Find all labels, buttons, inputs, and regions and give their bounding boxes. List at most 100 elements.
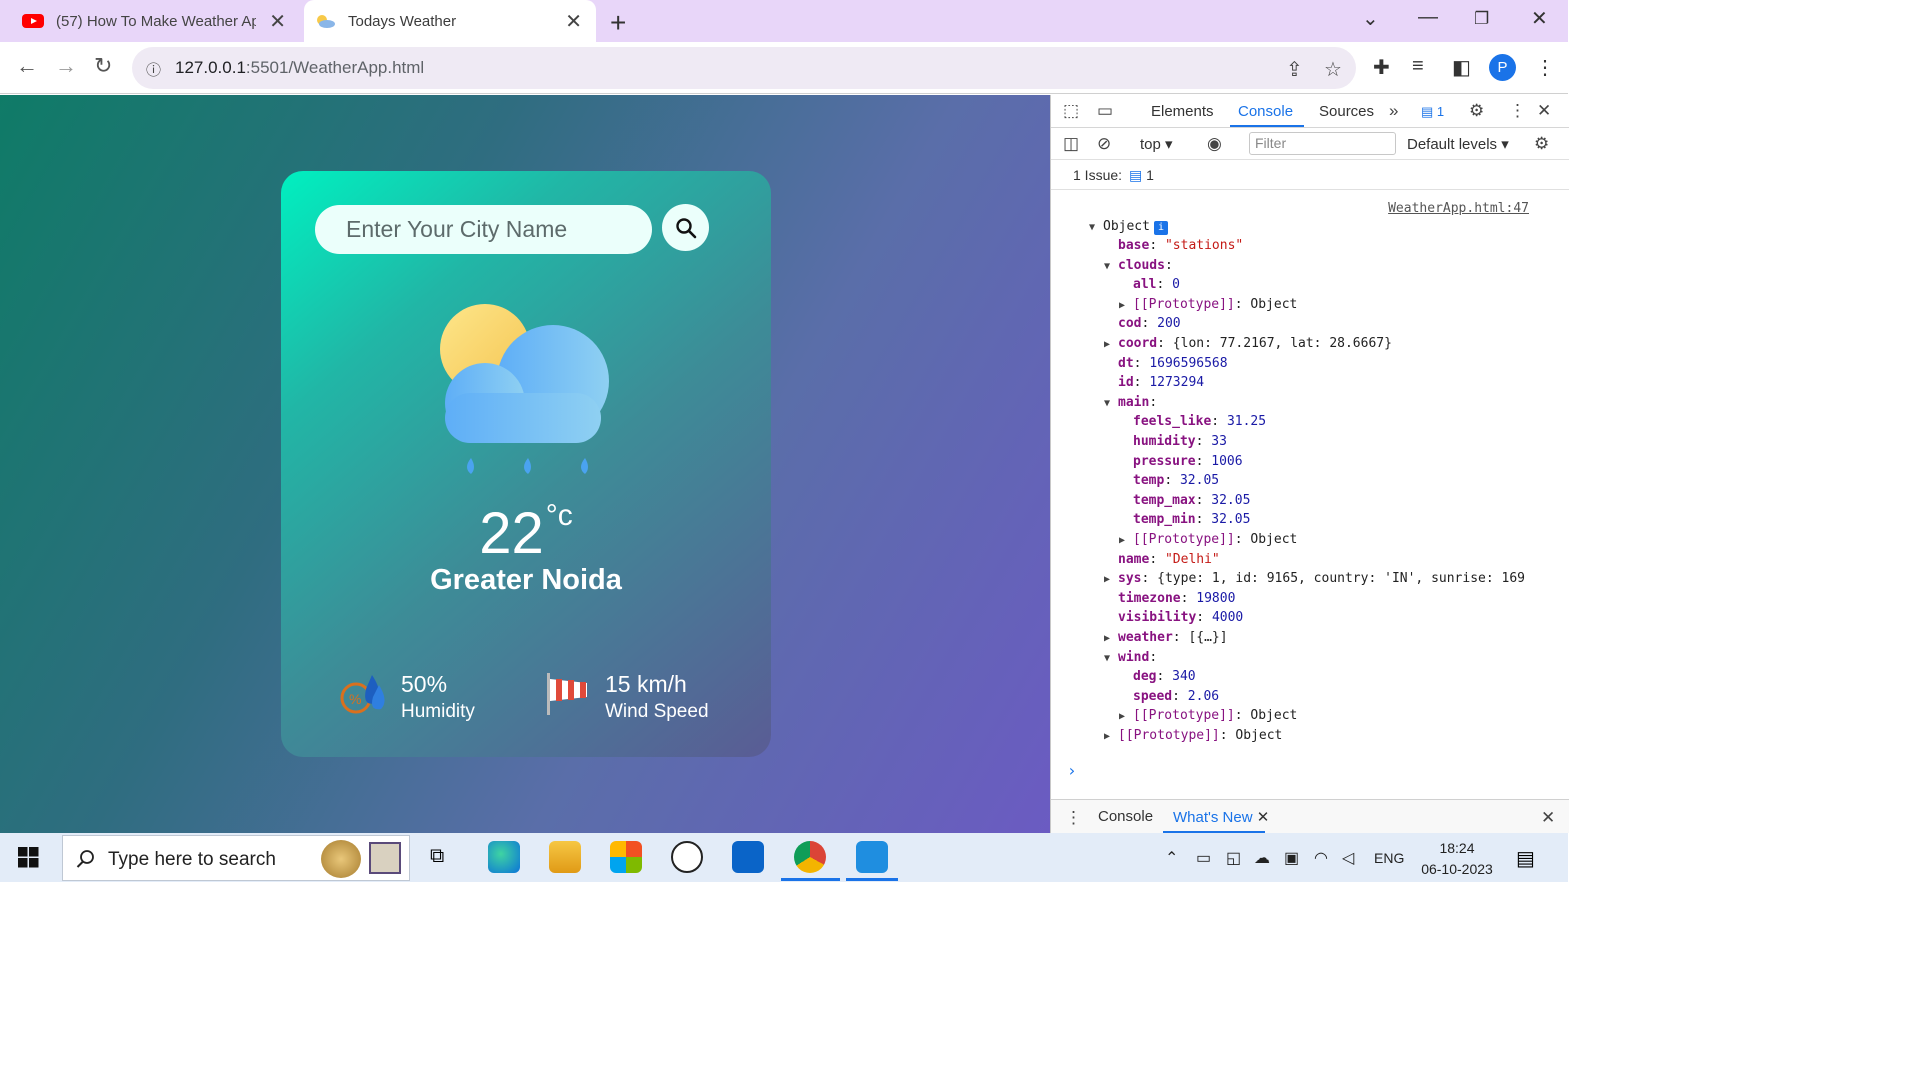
log-entry[interactable]: ▼ wind: — [1104, 650, 1157, 669]
caret-right-icon[interactable]: ▶ — [1119, 535, 1133, 546]
search-highlight-box-icon — [369, 842, 401, 874]
caret-right-icon[interactable]: ▶ — [1104, 574, 1118, 585]
url-host: 127.0.0.1 — [175, 58, 246, 77]
minimize-button[interactable]: — — [1418, 6, 1438, 29]
live-expression-eye-icon[interactable]: ◉ — [1207, 134, 1222, 154]
settings-gear-icon[interactable]: ⚙ — [1469, 101, 1484, 121]
notifications-icon[interactable]: ▤ — [1516, 846, 1535, 871]
issues-bar[interactable]: 1 Issue: ▤ 1 — [1051, 160, 1569, 190]
log-entry[interactable]: ▶ [[Prototype]]: Object — [1119, 532, 1297, 551]
log-value: Object — [1250, 532, 1298, 547]
tab-youtube[interactable]: (57) How To Make Weather App ✕ — [12, 0, 300, 42]
side-panel-icon[interactable]: ◧ — [1452, 55, 1471, 80]
address-bar[interactable]: ⓘ 127.0.0.1:5501/WeatherApp.html ⇪ ☆ — [132, 47, 1356, 89]
windows-start-icon[interactable] — [18, 847, 39, 868]
devtools-menu-icon[interactable]: ⋮ — [1509, 101, 1526, 121]
tab-sources[interactable]: Sources — [1319, 103, 1374, 120]
log-levels-dropdown[interactable]: Default levels ▾ — [1407, 135, 1509, 153]
file-explorer-icon[interactable] — [549, 841, 581, 873]
drawer-tab-whats-new[interactable]: What's New ✕ — [1173, 808, 1269, 826]
close-drawer-icon[interactable]: ✕ — [1541, 808, 1555, 828]
drawer-menu-icon[interactable]: ⋮ — [1065, 808, 1082, 828]
close-drawer-tab-icon[interactable]: ✕ — [1257, 809, 1270, 826]
profile-avatar[interactable]: P — [1489, 54, 1516, 81]
log-entry[interactable]: ▶ [[Prototype]]: Object — [1119, 708, 1297, 727]
log-value: 32.05 — [1211, 492, 1251, 508]
caret-right-icon[interactable]: ▶ — [1119, 711, 1133, 722]
battery-icon[interactable]: ▭ — [1196, 848, 1211, 868]
console-settings-icon[interactable]: ⚙ — [1534, 134, 1549, 154]
share-icon[interactable]: ⇪ — [1286, 57, 1303, 82]
log-colon: : — [1219, 728, 1236, 743]
extensions-icon[interactable]: ✚ — [1373, 55, 1390, 80]
back-icon[interactable]: ← — [16, 53, 38, 79]
log-entry: deg: 340 — [1133, 669, 1196, 688]
log-entry[interactable]: ▶ weather: [{…}] — [1104, 630, 1228, 649]
display-icon[interactable]: ▣ — [1284, 848, 1299, 868]
clear-console-icon[interactable]: ⊘ — [1097, 134, 1111, 154]
vscode-icon[interactable] — [856, 841, 888, 873]
dell-icon[interactable] — [671, 841, 703, 873]
restore-button[interactable]: ❐ — [1474, 9, 1489, 29]
log-entry[interactable]: ▼ clouds: — [1104, 258, 1173, 277]
tab-elements[interactable]: Elements — [1151, 103, 1214, 120]
close-window-button[interactable]: ✕ — [1531, 6, 1548, 31]
log-entry[interactable]: ▶ [[Prototype]]: Object — [1104, 728, 1282, 747]
reload-icon[interactable]: ↻ — [94, 53, 112, 79]
caret-down-icon[interactable]: ▼ — [1104, 398, 1118, 409]
more-tabs-icon[interactable]: » — [1389, 101, 1398, 121]
log-entry[interactable]: ▶ coord: {lon: 77.2167, lat: 28.6667} — [1104, 336, 1392, 355]
log-entry[interactable]: ▶ sys: {type: 1, id: 9165, country: 'IN',… — [1104, 571, 1525, 590]
log-entry[interactable]: ▼ main: — [1104, 395, 1157, 414]
city-search-input[interactable] — [315, 205, 652, 254]
new-tab-button[interactable]: + — [610, 7, 626, 39]
caret-right-icon[interactable]: ▶ — [1104, 633, 1118, 644]
tab-weather[interactable]: Todays Weather ✕ — [304, 0, 596, 42]
mail-icon[interactable] — [732, 841, 764, 873]
context-selector[interactable]: top ▾ — [1140, 135, 1173, 153]
menu-kebab-icon[interactable]: ⋮ — [1535, 55, 1555, 80]
log-colon: : — [1133, 375, 1150, 391]
source-link[interactable]: WeatherApp.html:47 — [1388, 201, 1529, 216]
issues-link[interactable]: ▤ 1 — [1129, 167, 1154, 184]
object-root[interactable]: ▼ Object i — [1089, 219, 1168, 238]
caret-right-icon[interactable]: ▶ — [1104, 339, 1118, 350]
close-tab-icon[interactable]: ✕ — [565, 9, 582, 34]
show-hidden-icons-icon[interactable]: ⌃ — [1165, 848, 1178, 868]
microsoft-store-icon[interactable] — [610, 841, 642, 873]
volume-icon[interactable]: ◁ — [1342, 848, 1354, 868]
caret-right-icon[interactable]: ▶ — [1104, 731, 1118, 742]
edge-browser-icon[interactable] — [488, 841, 520, 873]
search-button[interactable] — [662, 204, 709, 251]
issues-badge[interactable]: ▤ 1 — [1421, 104, 1444, 120]
tab-console[interactable]: Console — [1238, 103, 1293, 120]
language-indicator[interactable]: ENG — [1374, 850, 1404, 866]
wifi-icon[interactable]: ◠ — [1314, 848, 1328, 868]
tab-search-icon[interactable]: ⌄ — [1362, 6, 1379, 31]
close-tab-icon[interactable]: ✕ — [269, 9, 286, 34]
chrome-icon[interactable] — [794, 841, 826, 873]
bookmark-star-icon[interactable]: ☆ — [1324, 57, 1342, 82]
log-entry[interactable]: ▶ [[Prototype]]: Object — [1119, 297, 1297, 316]
url-text[interactable]: 127.0.0.1:5501/WeatherApp.html — [175, 58, 424, 78]
sidebar-toggle-icon[interactable]: ◫ — [1063, 134, 1079, 154]
forward-icon[interactable]: → — [55, 53, 77, 79]
close-devtools-icon[interactable]: ✕ — [1537, 101, 1551, 121]
caret-down-icon[interactable]: ▼ — [1104, 653, 1118, 664]
taskbar-search[interactable]: Type here to search — [62, 835, 410, 881]
device-toolbar-icon[interactable]: ▭ — [1097, 101, 1113, 121]
log-key: main — [1118, 394, 1150, 410]
inspect-element-icon[interactable]: ⬚ — [1063, 101, 1079, 121]
console-filter-input[interactable]: Filter — [1249, 132, 1396, 155]
info-icon[interactable]: ⓘ — [146, 59, 161, 80]
task-view-icon[interactable]: ⧉ — [430, 845, 444, 868]
clock[interactable]: 18:24 06-10-2023 — [1412, 838, 1502, 880]
drawer-tab-console[interactable]: Console — [1098, 808, 1153, 825]
console-prompt-icon[interactable]: › — [1067, 761, 1077, 780]
caret-down-icon[interactable]: ▼ — [1104, 261, 1118, 272]
caret-right-icon[interactable]: ▶ — [1119, 300, 1133, 311]
meet-now-icon[interactable]: ◱ — [1226, 848, 1241, 868]
log-colon: : — [1195, 453, 1212, 469]
onedrive-icon[interactable]: ☁ — [1254, 848, 1270, 868]
media-control-icon[interactable]: ≡ — [1412, 55, 1424, 78]
